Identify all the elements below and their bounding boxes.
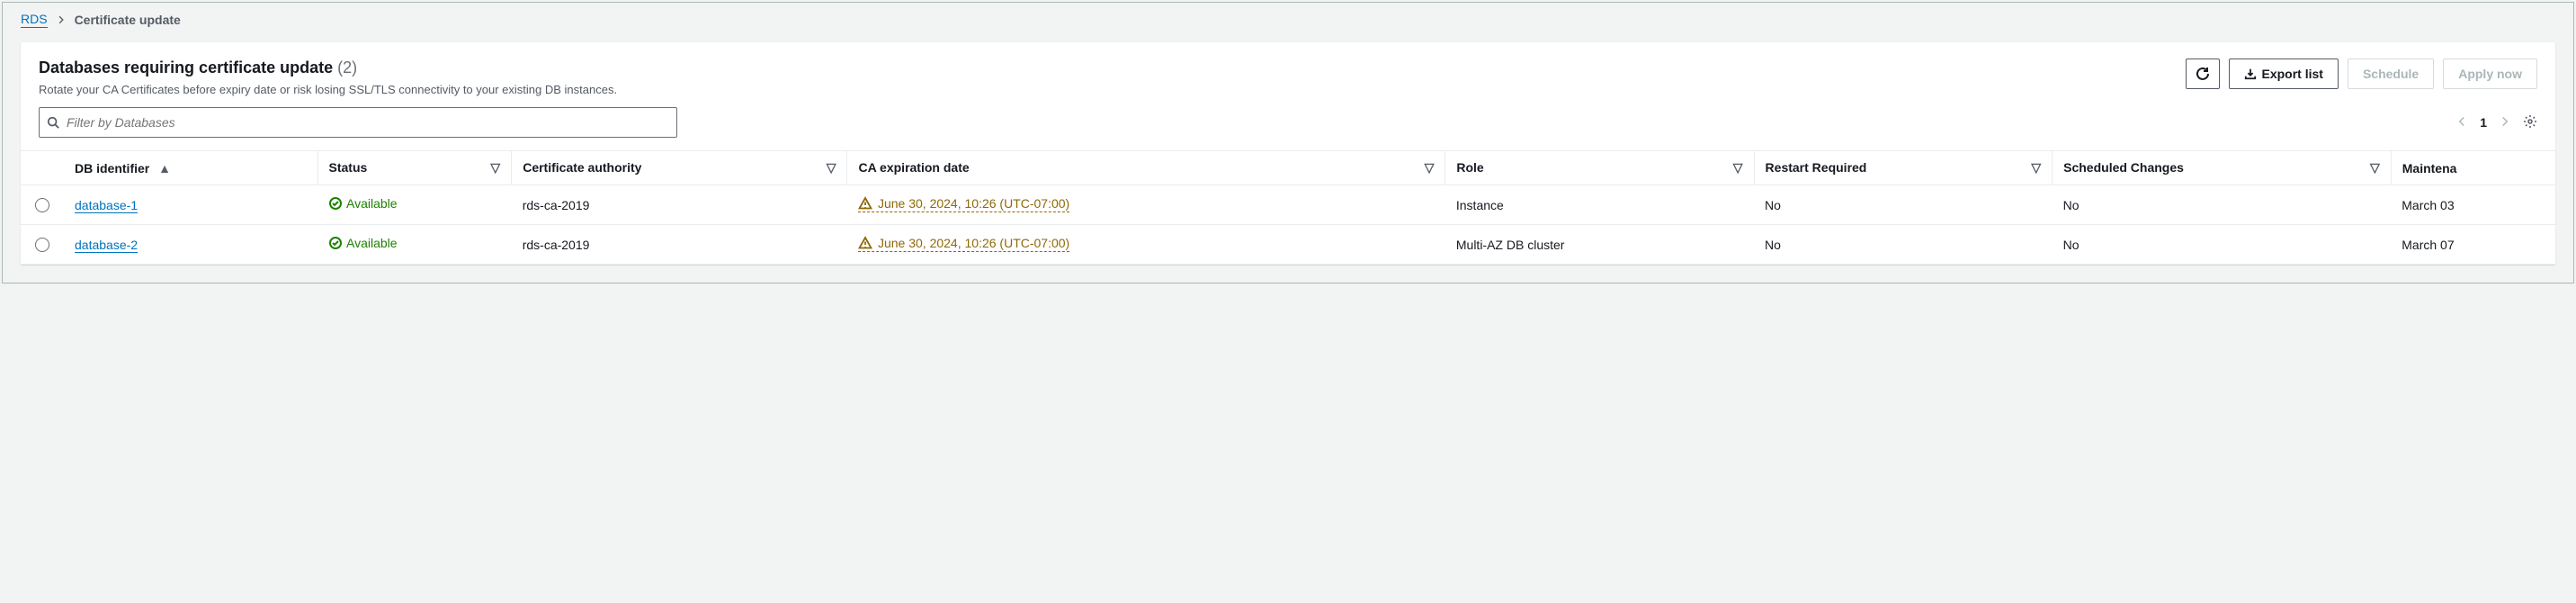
pagination: 1	[2456, 114, 2537, 131]
sort-icon: ▽	[2370, 160, 2380, 176]
cell-role: Multi-AZ DB cluster	[1445, 225, 1754, 265]
chevron-right-icon	[2500, 116, 2510, 127]
expiration-text: June 30, 2024, 10:26 (UTC-07:00)	[878, 196, 1069, 211]
page-title: Databases requiring certificate update (…	[39, 58, 617, 77]
col-scheduled[interactable]: Scheduled Changes ▽	[2053, 151, 2392, 185]
panel-header: Databases requiring certificate update (…	[21, 42, 2555, 107]
row-select-radio[interactable]	[35, 198, 49, 212]
cell-scheduled: No	[2053, 185, 2392, 225]
page-number: 1	[2480, 115, 2487, 130]
cell-restart: No	[1754, 225, 2053, 265]
cell-scheduled: No	[2053, 225, 2392, 265]
cell-restart: No	[1754, 185, 2053, 225]
col-restart-label: Restart Required	[1766, 160, 1867, 175]
expiration-date[interactable]: June 30, 2024, 10:26 (UTC-07:00)	[858, 196, 1069, 212]
toolbar: 1	[21, 107, 2555, 150]
next-page-button[interactable]	[2500, 115, 2510, 130]
col-sched-label: Scheduled Changes	[2063, 160, 2184, 175]
status-text: Available	[346, 236, 398, 250]
prev-page-button[interactable]	[2456, 115, 2467, 130]
col-expiration[interactable]: CA expiration date ▽	[847, 151, 1445, 185]
sort-icon: ▽	[1425, 160, 1435, 176]
table-settings-button[interactable]	[2523, 114, 2537, 131]
status-badge: Available	[328, 236, 398, 250]
col-ca[interactable]: Certificate authority ▽	[512, 151, 847, 185]
chevron-left-icon	[2456, 116, 2467, 127]
sort-icon: ▽	[490, 160, 500, 176]
apply-now-label: Apply now	[2458, 67, 2522, 81]
cell-maintenance: March 03	[2391, 185, 2555, 225]
filter-box[interactable]	[39, 107, 677, 138]
sort-icon: ▽	[1733, 160, 1743, 176]
col-role[interactable]: Role ▽	[1445, 151, 1754, 185]
breadcrumb-current: Certificate update	[75, 13, 181, 27]
col-maintenance[interactable]: Maintena	[2391, 151, 2555, 185]
col-db-label: DB identifier	[75, 161, 149, 176]
sort-icon: ▽	[827, 160, 836, 176]
db-identifier-link[interactable]: database-2	[75, 238, 138, 253]
refresh-button[interactable]	[2186, 58, 2220, 89]
schedule-button: Schedule	[2348, 58, 2434, 89]
refresh-icon	[2196, 67, 2210, 81]
title-count: (2)	[337, 58, 357, 76]
cell-maintenance: March 07	[2391, 225, 2555, 265]
page-subtitle: Rotate your CA Certificates before expir…	[39, 83, 617, 96]
expiration-date[interactable]: June 30, 2024, 10:26 (UTC-07:00)	[858, 236, 1069, 252]
col-ca-label: Certificate authority	[523, 160, 641, 175]
cell-ca: rds-ca-2019	[512, 225, 847, 265]
col-role-label: Role	[1456, 160, 1483, 175]
chevron-right-icon	[57, 13, 66, 27]
col-status-label: Status	[329, 160, 368, 175]
cell-role: Instance	[1445, 185, 1754, 225]
status-text: Available	[346, 196, 398, 211]
main-panel: Databases requiring certificate update (…	[21, 42, 2555, 265]
expiration-text: June 30, 2024, 10:26 (UTC-07:00)	[878, 236, 1069, 250]
schedule-label: Schedule	[2363, 67, 2419, 81]
cell-ca: rds-ca-2019	[512, 185, 847, 225]
sort-asc-icon: ▲	[158, 161, 171, 176]
page-container: RDS Certificate update Databases requiri…	[2, 2, 2574, 284]
title-text: Databases requiring certificate update	[39, 58, 333, 76]
table-row: database-2 Available rds-ca-2019 June 30, 2…	[21, 225, 2555, 265]
table-row: database-1 Available rds-ca-2019 June 30, 2…	[21, 185, 2555, 225]
col-exp-label: CA expiration date	[858, 160, 969, 175]
header-actions: Export list Schedule Apply now	[2186, 58, 2538, 89]
status-badge: Available	[328, 196, 398, 211]
col-db-identifier[interactable]: DB identifier ▲	[64, 151, 318, 185]
filter-input[interactable]	[67, 108, 669, 137]
breadcrumb-root-link[interactable]: RDS	[21, 12, 48, 28]
apply-now-button: Apply now	[2443, 58, 2537, 89]
row-select-radio[interactable]	[35, 238, 49, 252]
search-icon	[47, 116, 59, 129]
col-maint-label: Maintena	[2402, 161, 2457, 176]
export-list-label: Export list	[2262, 67, 2323, 81]
breadcrumb: RDS Certificate update	[3, 3, 2573, 37]
sort-icon: ▽	[2031, 160, 2041, 176]
col-select	[21, 151, 64, 185]
databases-table: DB identifier ▲ Status ▽ Certificate aut…	[21, 150, 2555, 265]
gear-icon	[2523, 114, 2537, 129]
export-list-button[interactable]: Export list	[2229, 58, 2339, 89]
db-identifier-link[interactable]: database-1	[75, 198, 138, 213]
download-icon	[2244, 68, 2257, 80]
col-restart[interactable]: Restart Required ▽	[1754, 151, 2053, 185]
col-status[interactable]: Status ▽	[318, 151, 512, 185]
table-container: DB identifier ▲ Status ▽ Certificate aut…	[21, 150, 2555, 265]
